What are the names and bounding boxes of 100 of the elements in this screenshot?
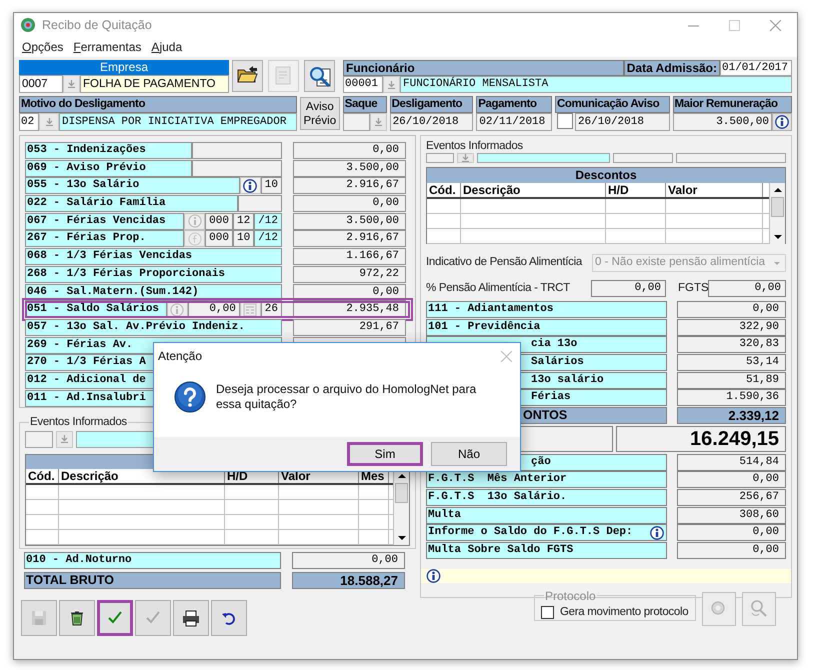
- trash-icon: [68, 608, 86, 627]
- amount-field[interactable]: 1.590,36: [677, 389, 786, 406]
- search-icon: [308, 65, 330, 87]
- withdrawal-field[interactable]: [342, 113, 370, 131]
- amount-field[interactable]: 322,90: [677, 318, 786, 336]
- amount-field[interactable]: 0,00: [591, 280, 666, 297]
- date-field[interactable]: 26/10/2018: [390, 113, 474, 131]
- input-field[interactable]: 12: [232, 212, 254, 230]
- menu-item[interactable]: Ferramentas: [73, 38, 142, 56]
- scroll-thumb[interactable]: [771, 197, 784, 217]
- toolbar-button[interactable]: [59, 600, 95, 636]
- amount-field[interactable]: 2.935,48: [293, 301, 406, 318]
- field-label: Indicativo de Pensão Alimentícia: [426, 255, 584, 270]
- input-field[interactable]: [676, 153, 786, 163]
- amount-field[interactable]: 16.249,15: [616, 426, 786, 452]
- down-arrow-icon: [61, 435, 68, 444]
- deduction-label: 101 - Previdência: [428, 320, 540, 335]
- amount-field[interactable]: 308,60: [677, 506, 786, 524]
- amount-field[interactable]: 0,00: [708, 280, 786, 297]
- info-button[interactable]: [772, 113, 792, 131]
- total-value: 18.588,27: [292, 572, 405, 589]
- dropdown-button[interactable]: [370, 113, 387, 131]
- amount-field[interactable]: 256,67: [677, 488, 786, 506]
- amount-field[interactable]: 3.500,00: [293, 212, 406, 230]
- info-button[interactable]: [240, 177, 261, 194]
- dropdown-button[interactable]: [56, 430, 73, 448]
- date-field[interactable]: 02/11/2018: [476, 113, 552, 131]
- input-field[interactable]: 26: [260, 301, 282, 318]
- amount-field[interactable]: 2.916,67: [293, 230, 406, 248]
- event-field[interactable]: [477, 153, 610, 163]
- checkbox[interactable]: [541, 606, 554, 619]
- code-field[interactable]: 0007: [19, 75, 63, 93]
- info-icon: [426, 568, 441, 583]
- input-field[interactable]: 10: [232, 230, 254, 248]
- amount-field[interactable]: 0,00: [292, 552, 405, 569]
- amount-field[interactable]: 0,00: [677, 524, 786, 542]
- date-field[interactable]: 26/10/2018: [574, 113, 670, 131]
- amount-field[interactable]: 320,83: [677, 336, 786, 354]
- deduction-label: Multa Sobre Saldo FGTS: [428, 542, 574, 558]
- amount-field[interactable]: 3.500,00: [293, 160, 406, 177]
- earning-label: /12: [254, 230, 282, 248]
- earning-label: 068 - 1/3 Férias Vencidas: [25, 248, 282, 266]
- toolbar-button[interactable]: [173, 600, 209, 636]
- reason-field[interactable]: DISPENSA POR INICIATIVA EMPREGADOR: [59, 113, 297, 131]
- dropdown-button[interactable]: [39, 113, 59, 131]
- amount-field[interactable]: 53,14: [677, 354, 786, 372]
- amount-field[interactable]: 3.500,00: [672, 113, 772, 131]
- scrollbar[interactable]: [769, 183, 785, 244]
- field-label: FGTS: [678, 280, 708, 296]
- input-field[interactable]: [613, 153, 673, 163]
- input-field[interactable]: [192, 142, 282, 159]
- amount-field[interactable]: 0,00: [188, 301, 240, 318]
- company-name-field[interactable]: FOLHA DE PAGAMENTO: [80, 75, 229, 93]
- group-title: Protocolo: [544, 588, 597, 605]
- amount-field[interactable]: 0,00: [677, 301, 786, 318]
- toolbar-button[interactable]: [232, 60, 263, 92]
- code-field[interactable]: [426, 153, 454, 163]
- dropdown-button[interactable]: [457, 153, 474, 163]
- down-arrow-icon: [388, 80, 395, 88]
- maximize-icon: [729, 20, 740, 30]
- toolbar-button[interactable]: [211, 600, 247, 636]
- code-field[interactable]: [25, 430, 53, 448]
- earning-label: 022 - Salário Família: [25, 195, 238, 212]
- deduction-label: ção: [531, 454, 551, 470]
- amount-field[interactable]: 0,00: [293, 195, 406, 212]
- dialog-button[interactable]: Sim: [347, 442, 423, 466]
- amount-field[interactable]: 972,22: [293, 266, 406, 283]
- menu-item[interactable]: Opções: [22, 38, 64, 56]
- scroll-thumb[interactable]: [395, 482, 408, 503]
- aviso-previo-button[interactable]: Aviso Prévio: [300, 97, 340, 130]
- scroll-down-icon: [398, 536, 406, 540]
- menu-item[interactable]: Ajuda: [151, 38, 182, 56]
- amount-field[interactable]: 1.166,67: [293, 248, 406, 266]
- amount-field[interactable]: 2.916,67: [293, 177, 406, 194]
- date-field[interactable]: 01/01/2017: [720, 60, 792, 76]
- amount-field[interactable]: 0,00: [677, 471, 786, 488]
- info-button[interactable]: [648, 525, 666, 540]
- amount-field[interactable]: 291,67: [293, 318, 406, 336]
- input-field[interactable]: [238, 195, 282, 212]
- total-label: TOTAL BRUTO: [24, 572, 281, 589]
- dialog-button[interactable]: Não: [431, 442, 507, 466]
- amount-field[interactable]: 0,00: [677, 542, 786, 559]
- window-title: Recibo de Quitação: [42, 16, 152, 34]
- input-field[interactable]: 10: [260, 177, 282, 194]
- toolbar-button[interactable]: [304, 60, 335, 92]
- column-header: Desligamento: [390, 96, 474, 113]
- employee-name-field[interactable]: FUNCIONÁRIO MENSALISTA: [400, 76, 792, 93]
- checkbox[interactable]: [556, 113, 573, 129]
- amount-field[interactable]: 0,00: [293, 142, 406, 159]
- input-field[interactable]: 000: [205, 212, 233, 230]
- amount-field[interactable]: 514,84: [677, 454, 786, 470]
- group-title: Eventos Informados: [426, 140, 524, 153]
- input-field[interactable]: [192, 160, 282, 177]
- dropdown-button[interactable]: [383, 76, 400, 93]
- code-field[interactable]: 02: [19, 113, 39, 131]
- dropdown-button[interactable]: [63, 75, 80, 93]
- input-field[interactable]: 000: [205, 230, 233, 248]
- column-header: Descrição: [461, 183, 606, 197]
- code-field[interactable]: 00001: [343, 76, 383, 93]
- amount-field[interactable]: 51,89: [677, 372, 786, 389]
